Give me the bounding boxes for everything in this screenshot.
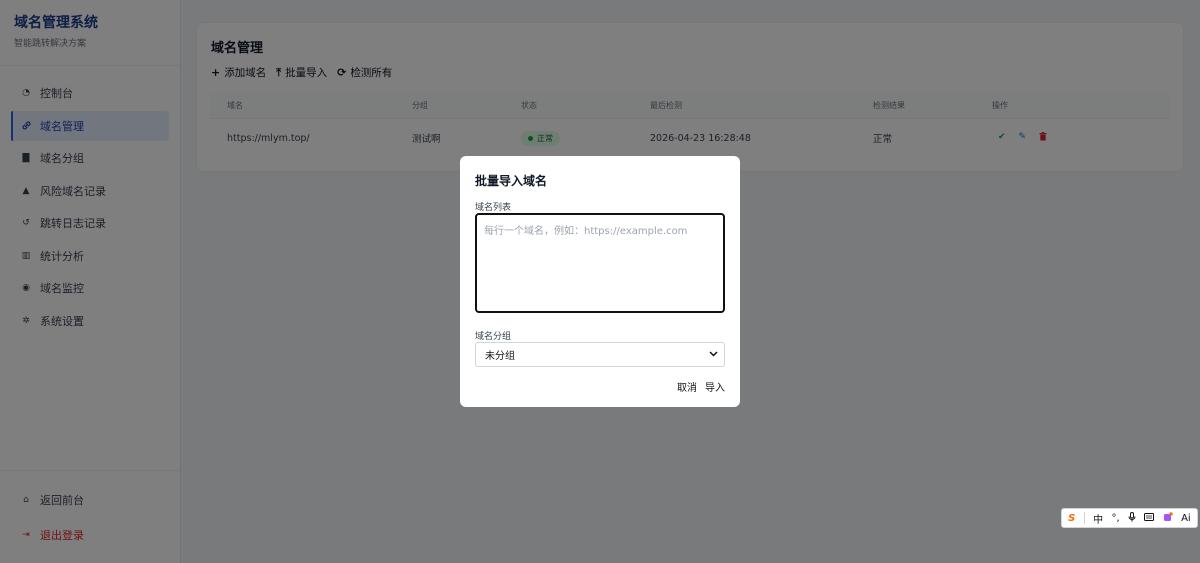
- ai-button[interactable]: Ai: [1181, 513, 1191, 524]
- modal-title: 批量导入域名: [475, 174, 548, 188]
- domain-group-value: 未分组: [485, 351, 515, 362]
- domain-list-textarea[interactable]: [475, 213, 725, 313]
- punctuation-icon[interactable]: °,: [1111, 513, 1119, 524]
- keyboard-icon[interactable]: [1144, 512, 1155, 524]
- modal-actions: 取消 导入: [677, 379, 725, 394]
- sogou-logo-icon[interactable]: S: [1068, 513, 1075, 524]
- import-button[interactable]: 导入: [705, 379, 725, 394]
- skin-icon[interactable]: [1163, 511, 1173, 525]
- ime-lang-toggle[interactable]: 中: [1093, 511, 1103, 526]
- batch-import-modal: 批量导入域名 域名列表 域名分组 未分组 取消 导入: [460, 156, 740, 407]
- microphone-icon[interactable]: [1128, 511, 1136, 525]
- ime-divider: [1083, 512, 1085, 524]
- domain-list-label: 域名列表: [475, 203, 512, 213]
- ime-toolbar: S 中 °, Ai: [1061, 508, 1198, 528]
- chevron-down-icon: [709, 350, 718, 360]
- domain-group-label: 域名分组: [475, 332, 512, 342]
- domain-group-select[interactable]: 未分组: [475, 342, 725, 367]
- cancel-button[interactable]: 取消: [677, 379, 697, 394]
